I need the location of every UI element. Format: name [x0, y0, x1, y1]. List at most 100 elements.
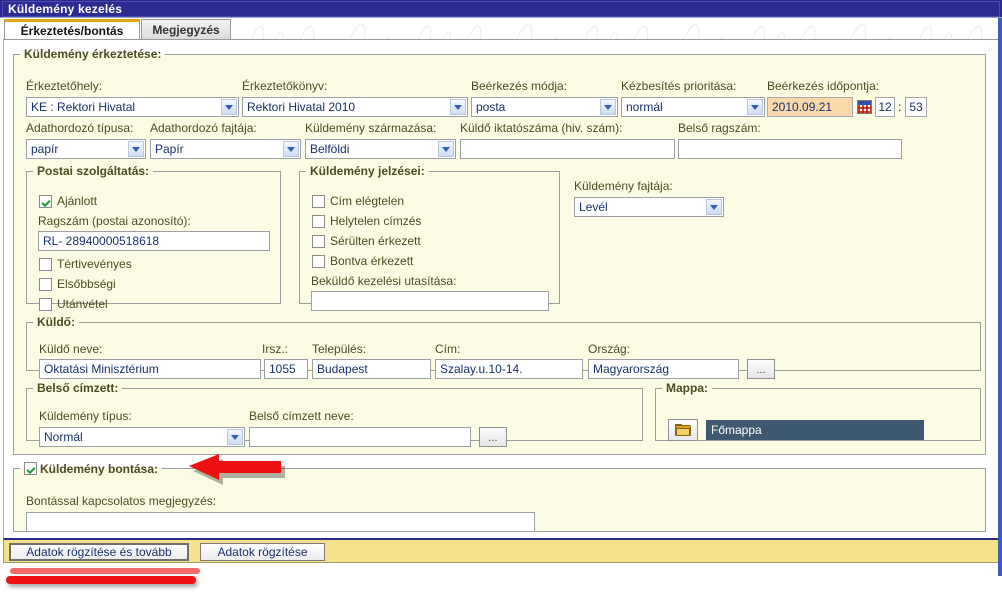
label-kuldemeny-szarmazasa: Küldemény származása:	[305, 121, 437, 135]
select-value: Normál	[44, 430, 83, 444]
folder-icon-button[interactable]	[668, 419, 698, 441]
label-cim: Cím:	[435, 342, 461, 356]
save-button[interactable]: Adatok rögzítése	[200, 543, 325, 561]
opening-legend-label: Küldemény bontása:	[40, 462, 159, 476]
sender-legend: Küldő:	[37, 315, 75, 329]
label-belso-ragszam: Belső ragszám:	[678, 121, 761, 135]
select-adathordozo-tipusa[interactable]: papír	[26, 139, 146, 159]
calendar-icon[interactable]	[857, 100, 872, 114]
input-telepules[interactable]: Budapest	[312, 359, 431, 379]
label-kuldo-neve: Küldő neve:	[39, 342, 103, 356]
label-belso-cimzett-neve: Belső címzett neve:	[249, 409, 354, 423]
checkbox-elsobbsegi[interactable]	[39, 278, 52, 291]
input-cim[interactable]: Szalay.u.10-14.	[435, 359, 583, 379]
chevron-down-icon[interactable]	[221, 99, 237, 115]
input-value: Oktatási Minisztérium	[44, 362, 159, 376]
input-irsz[interactable]: 1055	[264, 359, 308, 379]
select-kuldemeny-tipus[interactable]: Normál	[39, 427, 245, 447]
tab-erkeztetes-bontas[interactable]: Érkeztetés/bontás	[4, 19, 140, 39]
select-beerkezes-modja[interactable]: posta	[471, 97, 618, 117]
chevron-down-icon[interactable]	[227, 429, 243, 445]
tab-label: Megjegyzés	[152, 22, 220, 37]
input-value: RL- 28940000518618	[43, 234, 160, 248]
chevron-down-icon[interactable]	[706, 199, 722, 215]
checkbox-cim-elegtelen[interactable]	[312, 195, 325, 208]
chevron-down-icon[interactable]	[438, 141, 454, 157]
label-elsobbsegi: Elsőbbségi	[57, 277, 116, 291]
tab-megjegyzes[interactable]: Megjegyzés	[141, 19, 231, 39]
select-erkeztetohely[interactable]: KE : Rektori Hivatal	[26, 97, 239, 117]
select-value: Rektori Hivatal 2010	[247, 100, 356, 114]
browse-label: ...	[488, 432, 498, 444]
checkbox-serulten-erkezett[interactable]	[312, 235, 325, 248]
select-kuldemeny-fajtaja[interactable]: Levél	[574, 197, 724, 217]
label-adathordozo-tipusa: Adathordozó típusa:	[26, 121, 134, 135]
time-separator: :	[898, 100, 902, 114]
select-value: Levél	[579, 200, 608, 214]
label-kuldo-iktatoszama: Küldő iktatószáma (hiv. szám):	[460, 121, 623, 135]
window-title: Küldemény kezelés	[8, 2, 123, 16]
checkbox-bontva-erkezett[interactable]	[312, 255, 325, 268]
checkbox-tertivevenyes[interactable]	[39, 258, 52, 271]
sender-browse-button[interactable]: ...	[747, 359, 775, 379]
checkbox-utanvetel[interactable]	[39, 298, 52, 311]
select-value: papír	[31, 142, 59, 156]
label-erkeztetohely: Érkeztetőhely:	[26, 79, 103, 93]
button-label: Adatok rögzítése	[217, 545, 308, 559]
input-beerkezes-perc[interactable]: 53	[905, 97, 927, 117]
save-and-next-button[interactable]: Adatok rögzítése és tovább	[9, 543, 189, 561]
tab-strip: Érkeztetés/bontás Megjegyzés	[0, 19, 1002, 40]
label-kezbesites-prioritasa: Kézbesítés prioritása:	[621, 79, 737, 93]
checkbox-kuldemeny-bontasa[interactable]	[24, 462, 37, 475]
date-value: 2010.09.21	[772, 100, 833, 114]
input-beerkezes-ora[interactable]: 12	[875, 97, 895, 117]
input-bekuldo-kezelesi-utasitasa[interactable]	[311, 291, 549, 311]
input-kuldo-iktatoszama[interactable]	[460, 139, 675, 159]
internal-browse-button[interactable]: ...	[479, 427, 507, 447]
label-kuldemeny-tipus: Küldemény típus:	[39, 409, 132, 423]
label-beerkezes-idopontja: Beérkezés időpontja:	[767, 79, 880, 93]
window-titlebar: Küldemény kezelés	[0, 0, 1002, 18]
select-value: normál	[626, 100, 663, 114]
input-value: Budapest	[317, 362, 368, 376]
input-bontassal-kapcsolatos-megjegyzes[interactable]	[26, 512, 535, 532]
label-utanvetel: Utánvétel	[57, 297, 108, 311]
marks-legend: Küldemény jelzései:	[310, 164, 425, 178]
input-ragszam[interactable]: RL- 28940000518618	[38, 231, 270, 251]
tab-label: Érkeztetés/bontás	[20, 23, 124, 38]
opening-fieldset: Küldemény bontása: Bontással kapcsolatos…	[13, 460, 986, 532]
label-bontva-erkezett: Bontva érkezett	[330, 254, 414, 268]
chevron-down-icon[interactable]	[283, 141, 299, 157]
input-beerkezes-datum[interactable]: 2010.09.21	[767, 97, 853, 117]
input-orszag[interactable]: Magyarország	[588, 359, 739, 379]
select-adathordozo-fajtaja[interactable]: Papír	[150, 139, 301, 159]
label-tertivevenyes: Tértivevényes	[57, 257, 132, 271]
select-kuldemeny-szarmazasa[interactable]: Belföldi	[305, 139, 456, 159]
internal-legend: Belső címzett:	[37, 381, 119, 395]
chevron-down-icon[interactable]	[600, 99, 616, 115]
label-serulten-erkezett: Sérülten érkezett	[330, 234, 421, 248]
label-orszag: Ország:	[588, 342, 631, 356]
checkbox-ajanlott[interactable]	[39, 195, 52, 208]
input-value: Szalay.u.10-14.	[440, 362, 523, 376]
chevron-down-icon[interactable]	[747, 99, 763, 115]
button-label: Adatok rögzítése és tovább	[26, 545, 172, 559]
label-beerkezes-modja: Beérkezés módja:	[471, 79, 568, 93]
input-belso-ragszam[interactable]	[678, 139, 902, 159]
selected-folder[interactable]: Főmappa	[706, 420, 924, 440]
chevron-down-icon[interactable]	[128, 141, 144, 157]
input-belso-cimzett-neve[interactable]	[249, 427, 471, 447]
input-kuldo-neve[interactable]: Oktatási Minisztérium	[39, 359, 261, 379]
select-value: Papír	[155, 142, 184, 156]
select-kezbesites-prioritasa[interactable]: normál	[621, 97, 765, 117]
select-value: KE : Rektori Hivatal	[31, 100, 136, 114]
folder-fieldset: Mappa: Főmappa	[655, 381, 981, 441]
checkbox-helytelen-cimzes[interactable]	[312, 215, 325, 228]
chevron-down-icon[interactable]	[450, 99, 466, 115]
minute-value: 53	[909, 100, 923, 114]
label-ragszam: Ragszám (postai azonosító):	[38, 214, 191, 228]
arrival-fieldset: Küldemény érkeztetése: Érkeztetőhely: Ér…	[13, 47, 986, 455]
action-button-bar: Adatok rögzítése és tovább Adatok rögzít…	[3, 538, 999, 563]
postal-legend: Postai szolgáltatás:	[37, 164, 150, 178]
select-erkeztetokonyv[interactable]: Rektori Hivatal 2010	[242, 97, 468, 117]
